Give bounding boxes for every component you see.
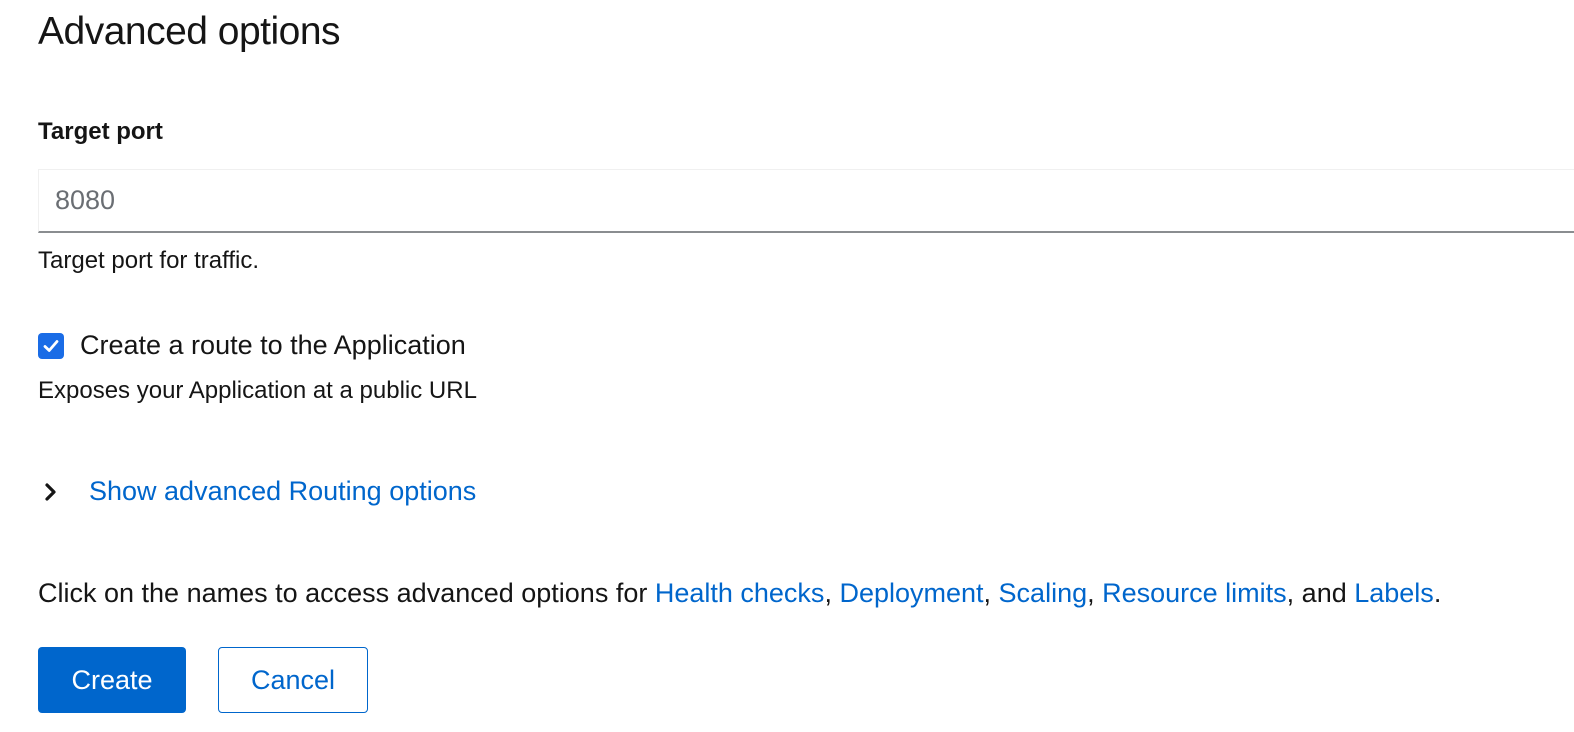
- advanced-routing-toggle[interactable]: Show advanced Routing options: [38, 476, 476, 507]
- info-suffix: .: [1433, 578, 1442, 608]
- create-route-checkbox[interactable]: [38, 333, 64, 359]
- create-route-label[interactable]: Create a route to the Application: [80, 330, 466, 361]
- health-checks-link[interactable]: Health checks: [655, 578, 825, 608]
- info-separator: ,: [1087, 578, 1103, 608]
- resource-limits-link[interactable]: Resource limits: [1102, 578, 1287, 608]
- cancel-button[interactable]: Cancel: [218, 647, 368, 713]
- create-route-description: Exposes your Application at a public URL: [38, 377, 477, 404]
- create-button[interactable]: Create: [38, 647, 186, 713]
- info-prefix: Click on the names to access advanced op…: [38, 578, 655, 608]
- scaling-link[interactable]: Scaling: [999, 578, 1088, 608]
- target-port-input[interactable]: [38, 169, 1574, 233]
- advanced-options-info: Click on the names to access advanced op…: [38, 578, 1441, 609]
- info-separator: ,: [983, 578, 999, 608]
- info-separator: ,: [824, 578, 840, 608]
- advanced-routing-link[interactable]: Show advanced Routing options: [89, 476, 476, 507]
- page-title: Advanced options: [38, 10, 341, 53]
- chevron-right-icon: [45, 482, 56, 501]
- checkmark-icon: [43, 340, 59, 352]
- info-separator: , and: [1286, 578, 1355, 608]
- deployment-link[interactable]: Deployment: [839, 578, 983, 608]
- target-port-label: Target port: [38, 118, 163, 145]
- target-port-helper-text: Target port for traffic.: [38, 247, 259, 274]
- labels-link[interactable]: Labels: [1354, 578, 1434, 608]
